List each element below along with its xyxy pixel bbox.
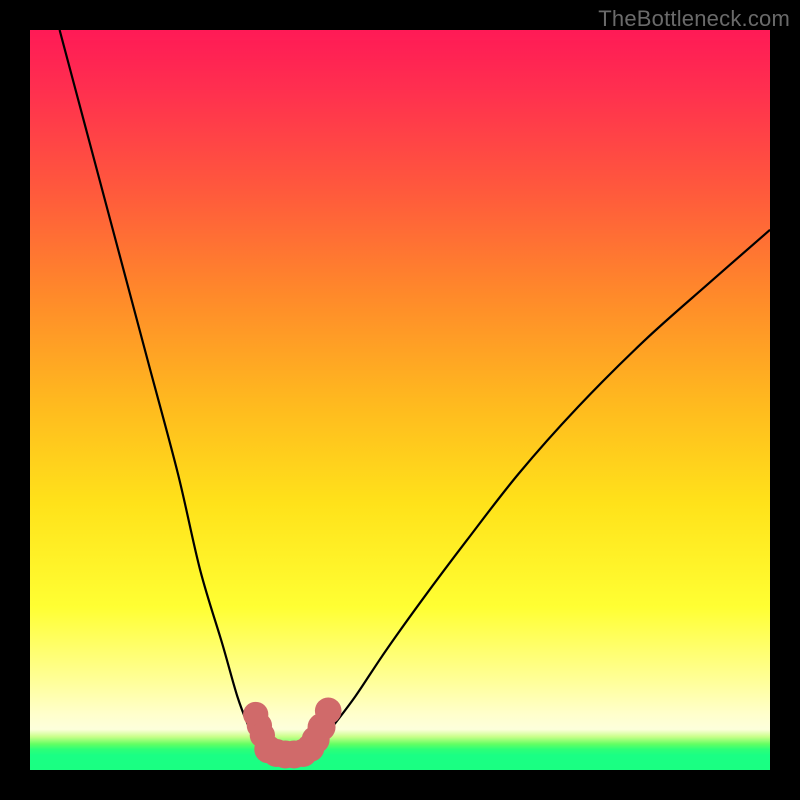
marker-dot — [315, 697, 342, 724]
plot-area — [30, 30, 770, 770]
chart-overlay — [30, 30, 770, 770]
curve-right — [311, 230, 770, 752]
curve-left — [60, 30, 264, 752]
watermark-text: TheBottleneck.com — [598, 6, 790, 32]
marker-group — [243, 697, 342, 768]
chart-frame: TheBottleneck.com — [0, 0, 800, 800]
